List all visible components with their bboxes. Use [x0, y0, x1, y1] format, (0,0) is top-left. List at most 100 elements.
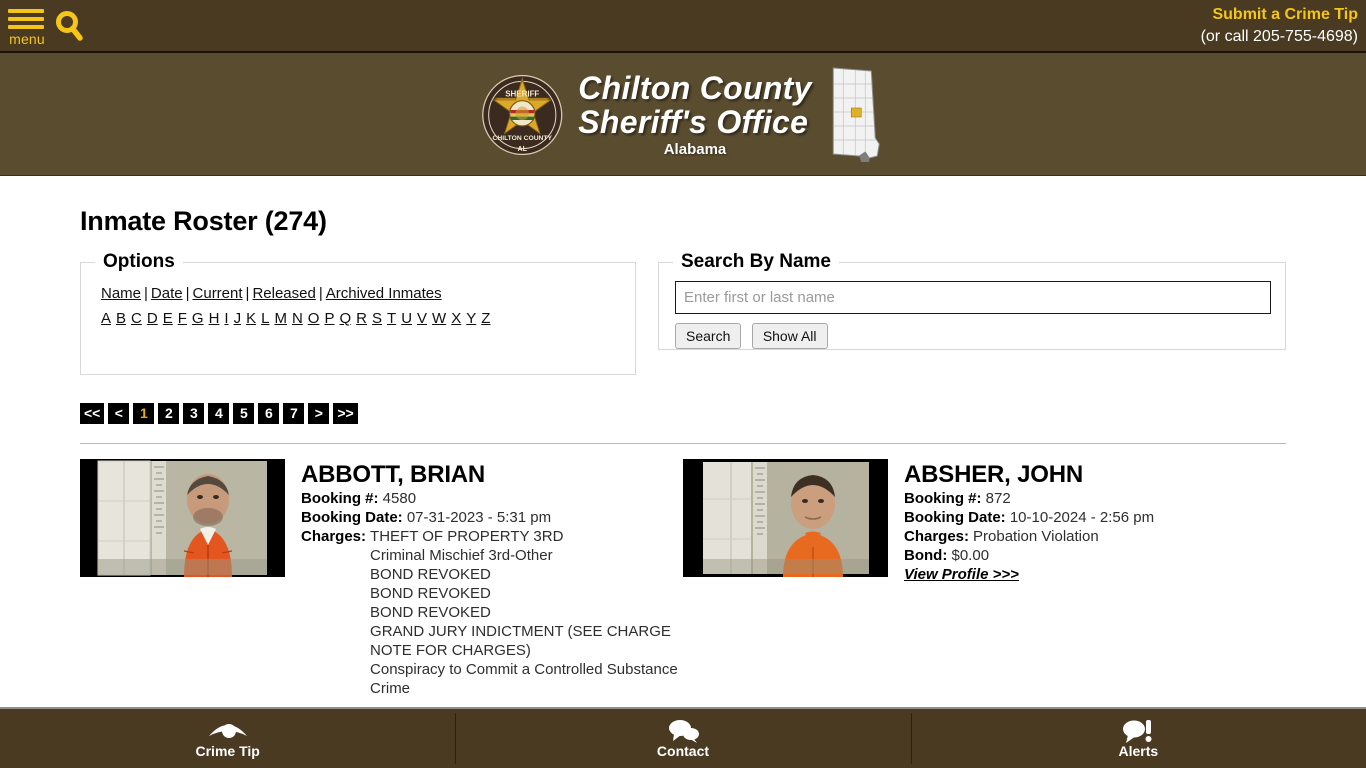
pagination-link-next[interactable]: >	[308, 403, 330, 424]
alphabet-link-k[interactable]: K	[246, 310, 256, 327]
options-link-name[interactable]: Name	[101, 285, 141, 302]
booking-date-value: 07-31-2023 - 5:31 pm	[406, 509, 552, 526]
bottom-nav-item-alerts[interactable]: Alerts	[910, 709, 1366, 768]
content-divider	[80, 443, 1286, 444]
alphabet-link-f[interactable]: F	[178, 310, 187, 327]
inmate-mugshot	[683, 459, 888, 577]
pagination-link-prevprev[interactable]: <<	[80, 403, 105, 424]
pagination-link-nextnext[interactable]: >>	[333, 403, 358, 424]
options-link-date[interactable]: Date	[151, 285, 183, 302]
brand-inner: SHERIFF CHILTON COUNTY AL Chilton County…	[480, 53, 885, 176]
inmate-mugshot	[80, 459, 285, 577]
booking-number-label: Booking #:	[904, 490, 982, 507]
alphabet-link-m[interactable]: M	[274, 310, 287, 327]
alphabet-link-l[interactable]: L	[261, 310, 269, 327]
alphabet-link-x[interactable]: X	[451, 310, 461, 327]
svg-text:SHERIFF: SHERIFF	[505, 89, 539, 98]
booking-date-label: Booking Date:	[904, 509, 1006, 526]
alphabet-link-g[interactable]: G	[192, 310, 204, 327]
inmate-charges-row: Charges: Probation Violation	[904, 527, 1154, 546]
alphabet-filter-links: ABCDEFGHIJKLMNOPQRSTUVWXYZ	[101, 310, 621, 327]
topbar-right-group: Submit a Crime Tip (or call 205-755-4698…	[1201, 4, 1358, 48]
pagination-link-prev[interactable]: <	[108, 403, 130, 424]
pagination-link-2[interactable]: 2	[158, 403, 180, 424]
pagination-link-3[interactable]: 3	[183, 403, 205, 424]
options-link-separator: |	[185, 285, 190, 302]
options-link-released[interactable]: Released	[252, 285, 315, 302]
search-input[interactable]	[675, 281, 1271, 314]
brand-text-block: Chilton County Sheriff's Office Alabama	[578, 71, 811, 158]
inmate-roster-list: ABBOTT, BRIAN Booking #: 4580 Booking Da…	[80, 459, 1286, 698]
alphabet-link-n[interactable]: N	[292, 310, 303, 327]
alphabet-link-d[interactable]: D	[147, 310, 158, 327]
pagination-link-4[interactable]: 4	[208, 403, 230, 424]
search-buttons-row: Search Show All	[675, 323, 1271, 349]
alphabet-link-w[interactable]: W	[432, 310, 446, 327]
sheriff-badge-logo: SHERIFF CHILTON COUNTY AL	[481, 74, 563, 155]
hamburger-menu-button[interactable]: menu	[8, 4, 46, 46]
main-content: Inmate Roster (274) Options Name | Date | Cu…	[0, 206, 1366, 698]
booking-number-label: Booking #:	[301, 490, 379, 507]
show-all-button[interactable]: Show All	[751, 323, 828, 349]
alphabet-link-z[interactable]: Z	[481, 310, 490, 327]
panels-row: Options Name | Date | Current | Released | Archi…	[80, 251, 1286, 375]
inmate-booking-date-row: Booking Date: 10-10-2024 - 2:56 pm	[904, 508, 1154, 527]
alphabet-link-i[interactable]: I	[224, 310, 228, 327]
search-icon[interactable]	[54, 10, 84, 42]
alphabet-link-q[interactable]: Q	[339, 310, 351, 327]
pagination-link-1[interactable]: 1	[133, 403, 155, 424]
options-link-separator: |	[245, 285, 250, 302]
options-link-archived-inmates[interactable]: Archived Inmates	[326, 285, 442, 302]
crime-tip-phone-text: (or call 205-755-4698)	[1200, 28, 1358, 45]
search-button[interactable]: Search	[675, 323, 742, 349]
alphabet-link-t[interactable]: T	[387, 310, 396, 327]
inmate-booking-number-row: Booking #: 872	[904, 489, 1154, 508]
pagination-link-6[interactable]: 6	[258, 403, 280, 424]
options-link-current[interactable]: Current	[193, 285, 243, 302]
brand-title-line-2: Sheriff's Office	[578, 104, 809, 140]
bottom-nav-item-crime-tip[interactable]: Crime Tip	[0, 709, 455, 768]
charge-line: GRAND JURY INDICTMENT (SEE CHARGE NOTE F…	[370, 623, 671, 659]
svg-text:AL: AL	[518, 145, 528, 153]
svg-text:CHILTON COUNTY: CHILTON COUNTY	[493, 135, 553, 142]
menu-label: menu	[9, 31, 45, 47]
inmate-name: ABSHER, JOHN	[904, 461, 1083, 488]
search-by-name-panel: Search By Name Search Show All	[658, 251, 1286, 350]
bond-value: $0.00	[951, 547, 990, 564]
topbar-left-group: menu	[8, 4, 84, 46]
pagination-link-5[interactable]: 5	[233, 403, 255, 424]
hamburger-icon-bar	[8, 9, 44, 13]
alphabet-link-c[interactable]: C	[131, 310, 142, 327]
charge-line: BOND REVOKED	[370, 566, 491, 583]
inmate-bond-row: Bond: $0.00	[904, 546, 1154, 565]
alphabet-link-j[interactable]: J	[234, 310, 242, 327]
submit-crime-tip-link[interactable]: Submit a Crime Tip	[1201, 4, 1358, 26]
pagination-link-7[interactable]: 7	[283, 403, 305, 424]
alphabet-link-a[interactable]: A	[101, 310, 111, 327]
alphabet-link-e[interactable]: E	[163, 310, 173, 327]
charge-line: BOND REVOKED	[370, 604, 491, 621]
alphabet-link-y[interactable]: Y	[466, 310, 476, 327]
charge-line: THEFT OF PROPERTY 3RD	[370, 528, 564, 545]
bottom-nav-item-contact[interactable]: Contact	[455, 709, 910, 768]
search-legend: Search By Name	[681, 251, 831, 272]
alert-bubble-icon	[1121, 718, 1155, 743]
options-link-separator: |	[318, 285, 323, 302]
inmate-card: ABSHER, JOHN Booking #: 872 Booking Date…	[683, 459, 1286, 698]
alphabet-link-p[interactable]: P	[324, 310, 334, 327]
chat-bubbles-icon	[666, 718, 700, 743]
alphabet-link-b[interactable]: B	[116, 310, 126, 327]
alphabet-link-h[interactable]: H	[209, 310, 220, 327]
alphabet-link-o[interactable]: O	[308, 310, 320, 327]
alphabet-link-v[interactable]: V	[417, 310, 427, 327]
hamburger-icon-bar	[8, 17, 44, 21]
alphabet-link-s[interactable]: S	[372, 310, 382, 327]
alphabet-link-u[interactable]: U	[401, 310, 412, 327]
alphabet-link-r[interactable]: R	[356, 310, 367, 327]
inmate-booking-date-row: Booking Date: 07-31-2023 - 5:31 pm	[301, 508, 683, 527]
charge-line: Criminal Mischief 3rd-Other	[370, 547, 553, 564]
charges-list-1: Probation Violation	[973, 527, 1099, 546]
view-profile-link[interactable]: View Profile >>>	[904, 566, 1019, 583]
charges-list-0: THEFT OF PROPERTY 3RD Criminal Mischief 3…	[370, 527, 683, 698]
inmate-charges-row: Charges: THEFT OF PROPERTY 3RD Criminal M…	[301, 527, 683, 698]
